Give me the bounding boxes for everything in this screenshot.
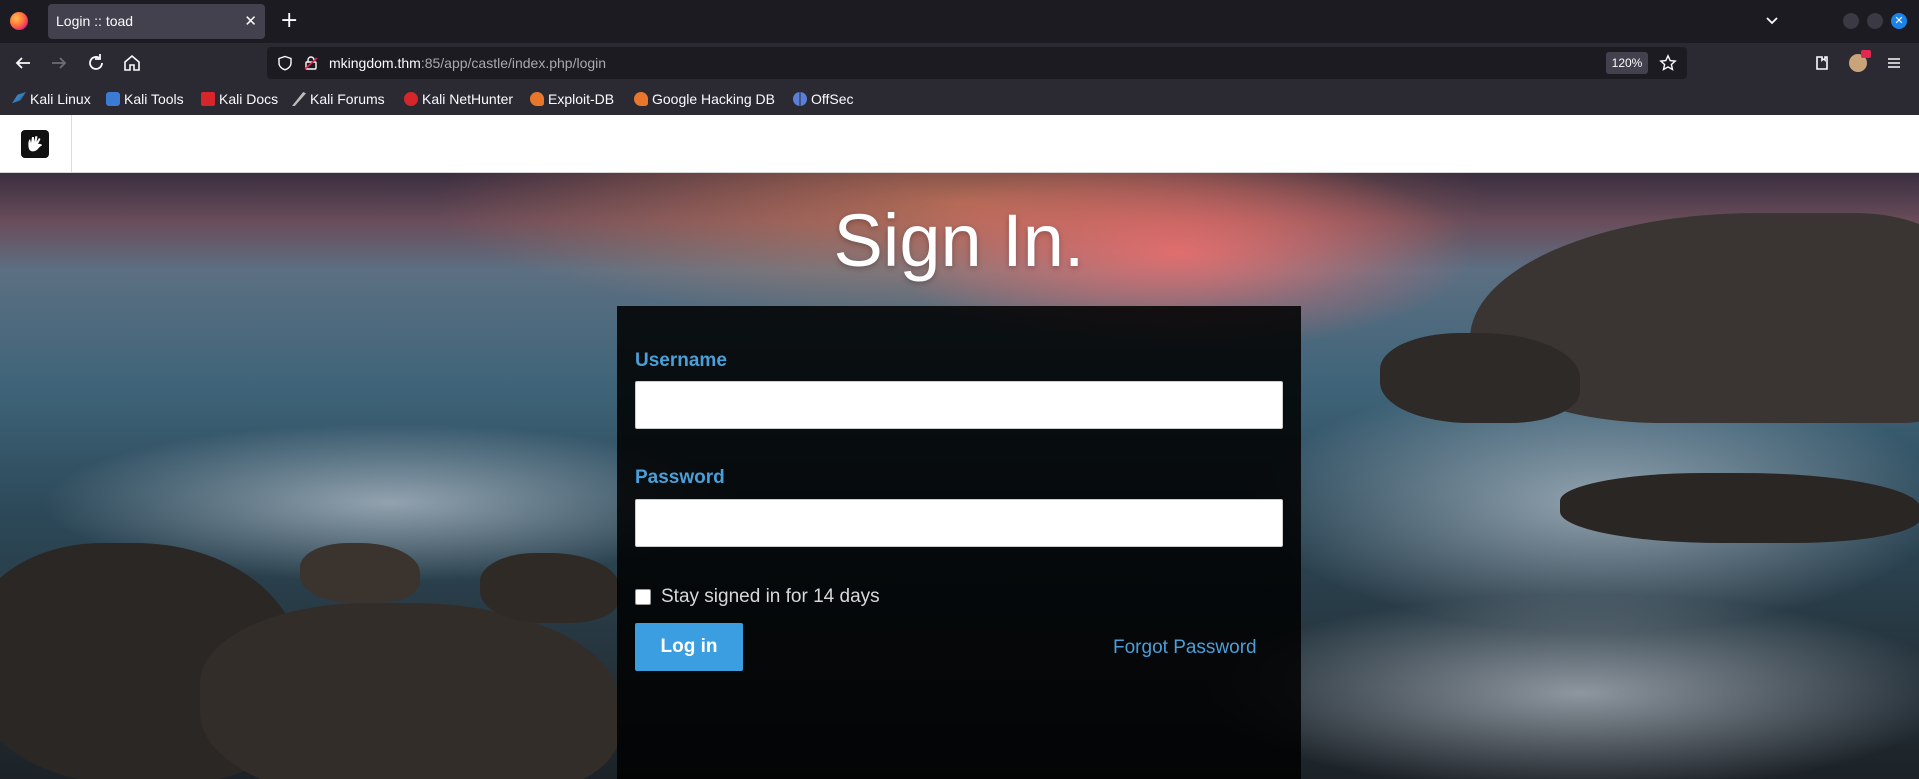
shore-rock: [300, 543, 420, 603]
remember-me[interactable]: Stay signed in for 14 days: [635, 586, 880, 608]
bookmark-kali-docs[interactable]: Kali Docs: [201, 89, 278, 109]
close-window-icon[interactable]: ✕: [1891, 13, 1907, 29]
maximize-window-icon[interactable]: [1867, 13, 1883, 29]
bookmark-offsec[interactable]: OffSec: [793, 89, 854, 109]
bookmark-star-icon[interactable]: [1659, 54, 1677, 72]
ghdb-icon: [634, 92, 648, 106]
url-path: :85/app/castle/index.php/login: [420, 55, 607, 71]
remember-me-label: Stay signed in for 14 days: [661, 586, 880, 607]
nethunter-icon: [404, 92, 418, 106]
reload-icon[interactable]: [84, 51, 108, 75]
extensions-icon[interactable]: [1810, 51, 1834, 75]
bookmark-exploit-db[interactable]: Exploit-DB: [530, 89, 614, 109]
bookmark-google-hacking-db[interactable]: Google Hacking DB: [634, 89, 775, 109]
bookmark-kali-forums[interactable]: Kali Forums: [292, 89, 385, 109]
firefox-icon[interactable]: [10, 12, 28, 30]
notification-badge-icon: [1861, 50, 1871, 58]
remember-me-checkbox[interactable]: [635, 589, 651, 605]
bookmark-kali-nethunter[interactable]: Kali NetHunter: [404, 89, 513, 109]
bookmark-kali-tools[interactable]: Kali Tools: [106, 89, 184, 109]
cliff-rock: [1560, 473, 1919, 543]
home-icon[interactable]: [120, 51, 144, 75]
tracking-shield-icon[interactable]: [277, 55, 293, 71]
shore-rock: [200, 603, 620, 779]
url-bar[interactable]: mkingdom.thm:85/app/castle/index.php/log…: [267, 47, 1687, 79]
minimize-window-icon[interactable]: [1843, 13, 1859, 29]
close-tab-icon[interactable]: ✕: [244, 11, 257, 31]
bookmark-kali-linux[interactable]: Kali Linux: [12, 89, 91, 109]
zoom-level-badge[interactable]: 120%: [1606, 52, 1648, 74]
cliff-rock: [1380, 333, 1580, 423]
password-label: Password: [635, 467, 725, 488]
url-host: mkingdom.thm: [329, 55, 421, 71]
account-avatar-icon[interactable]: [1849, 50, 1871, 72]
offsec-icon: [793, 92, 807, 106]
concrete-cms-hand-icon[interactable]: [21, 130, 49, 158]
kali-tools-icon: [106, 92, 120, 106]
hamburger-menu-icon[interactable]: [1882, 51, 1906, 75]
login-form: Username Password Stay signed in for 14 …: [617, 306, 1301, 779]
browser-nav-bar: mkingdom.thm:85/app/castle/index.php/log…: [0, 43, 1919, 83]
username-input[interactable]: [635, 381, 1283, 429]
page-title: Sign In.: [833, 199, 1085, 282]
password-input[interactable]: [635, 499, 1283, 547]
tab-title: Login :: toad: [56, 13, 134, 29]
forward-icon[interactable]: [47, 51, 71, 75]
header-divider: [71, 115, 72, 172]
login-button[interactable]: Log in: [635, 623, 743, 671]
bookmarks-toolbar: Kali Linux Kali Tools Kali Docs Kali For…: [0, 83, 1919, 115]
shore-rock: [480, 553, 620, 623]
forgot-password-link[interactable]: Forgot Password: [1113, 637, 1257, 659]
kali-docs-icon: [201, 92, 215, 106]
kali-forums-icon: [292, 92, 306, 106]
list-all-tabs-icon[interactable]: [1762, 10, 1782, 30]
browser-tab-bar: Login :: toad ✕ + ✕: [0, 0, 1919, 43]
username-label: Username: [635, 350, 727, 371]
wave-foam: [1200, 593, 1919, 779]
insecure-lock-icon[interactable]: [303, 55, 319, 71]
site-header: [0, 115, 1919, 173]
back-icon[interactable]: [11, 51, 35, 75]
exploit-db-icon: [530, 92, 544, 106]
kali-dragon-icon: [12, 92, 26, 104]
new-tab-icon[interactable]: +: [280, 8, 298, 34]
url-text[interactable]: mkingdom.thm:85/app/castle/index.php/log…: [329, 55, 606, 71]
browser-tab[interactable]: Login :: toad ✕: [48, 4, 265, 39]
